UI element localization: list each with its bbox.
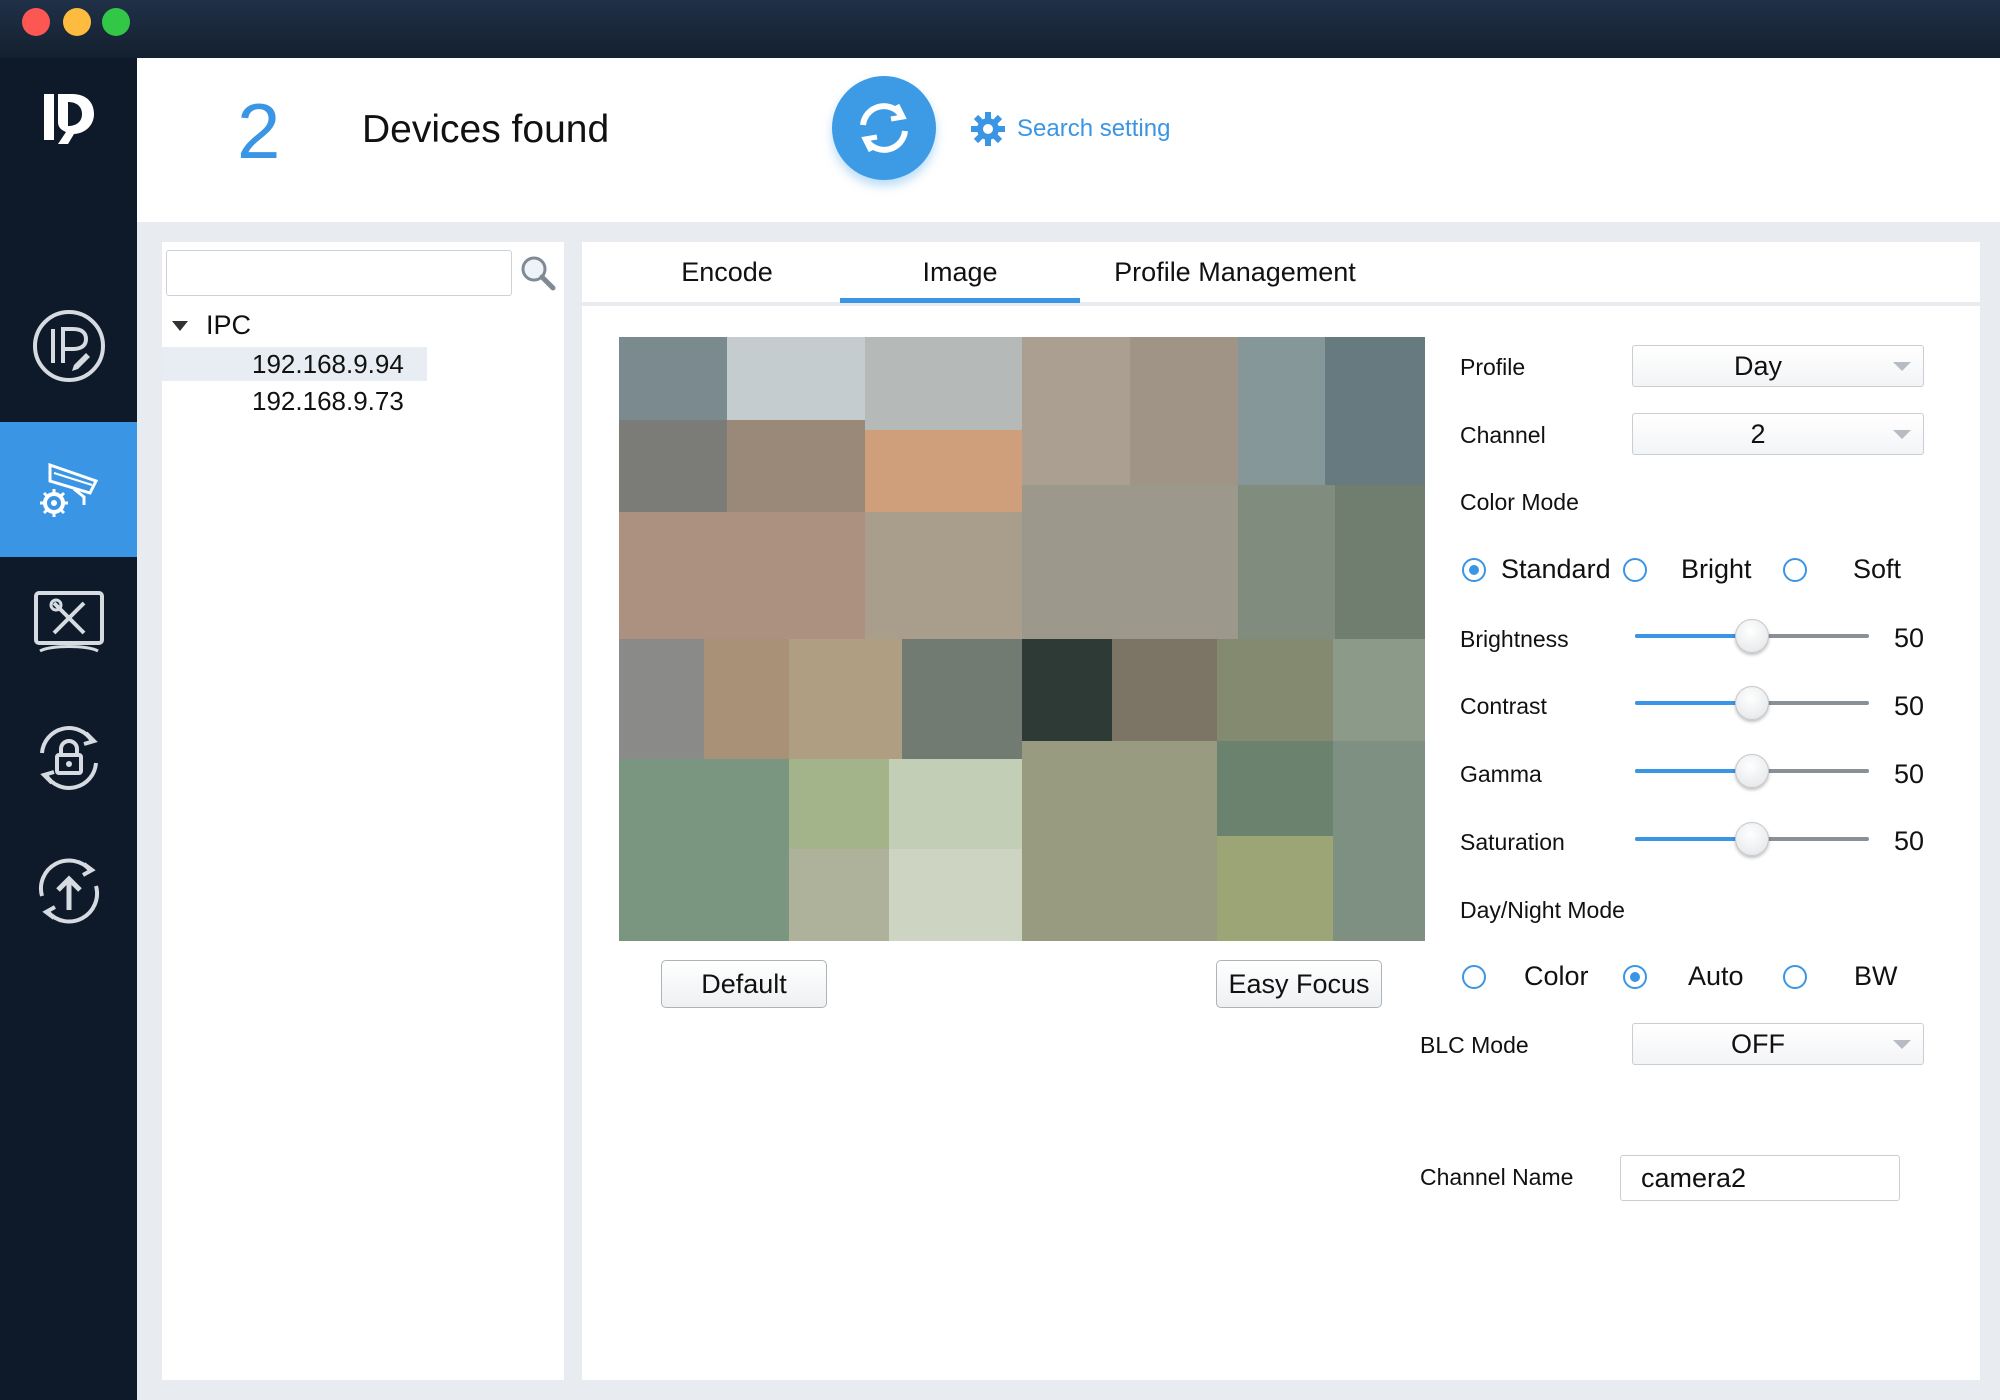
- tree-root-ipc[interactable]: IPC: [172, 310, 251, 341]
- slider-thumb[interactable]: [1735, 686, 1769, 720]
- sidebar-item-password-reset[interactable]: [0, 690, 137, 825]
- settings-panel: Encode Image Profile Management Default …: [582, 242, 1980, 1380]
- sidebar-item-system-tools[interactable]: [0, 556, 137, 691]
- upgrade-icon: [38, 858, 99, 923]
- blc-mode-label: BLC Mode: [1420, 1032, 1529, 1058]
- device-count: 2: [237, 87, 281, 175]
- brightness-slider[interactable]: [1635, 619, 1869, 653]
- profile-select[interactable]: Day: [1632, 345, 1924, 387]
- profile-value: Day: [1733, 351, 1782, 381]
- sidebar-item-upgrade[interactable]: [0, 823, 137, 958]
- sidebar-item-ip-config[interactable]: [0, 278, 137, 413]
- day-night-auto-label[interactable]: Auto: [1688, 961, 1744, 992]
- password-reset-icon: [39, 725, 98, 790]
- day-night-bw-label[interactable]: BW: [1854, 961, 1898, 992]
- tree-root-label: IPC: [206, 310, 252, 340]
- minimize-window-button[interactable]: [63, 8, 91, 36]
- gamma-label: Gamma: [1460, 761, 1542, 787]
- device-search-input[interactable]: [166, 250, 512, 296]
- camera-settings-icon: [39, 462, 98, 517]
- tab-profile-management[interactable]: Profile Management: [1100, 242, 1370, 302]
- search-icon[interactable]: [517, 252, 559, 294]
- channel-name-label: Channel Name: [1420, 1164, 1574, 1190]
- color-mode-label: Color Mode: [1460, 489, 1579, 515]
- saturation-value: 50: [1894, 826, 1925, 856]
- header: 2 Devices found Search setting: [137, 58, 2000, 222]
- brightness-value: 50: [1894, 623, 1925, 653]
- tab-image[interactable]: Image: [840, 242, 1080, 303]
- gear-icon: [971, 112, 1005, 146]
- sidebar-item-camera-settings[interactable]: [0, 422, 137, 557]
- channel-value: 2: [1750, 419, 1766, 449]
- day-night-auto-radio[interactable]: [1623, 965, 1647, 989]
- profile-label: Profile: [1460, 354, 1526, 380]
- pixelated-image: [619, 337, 1425, 941]
- refresh-icon: [860, 103, 908, 153]
- sidebar: [0, 58, 137, 1400]
- saturation-label: Saturation: [1460, 829, 1565, 855]
- color-mode-bright-label[interactable]: Bright: [1681, 554, 1752, 585]
- chevron-down-icon: [1893, 1040, 1911, 1049]
- color-mode-soft-label[interactable]: Soft: [1853, 554, 1901, 585]
- caret-down-icon[interactable]: [172, 320, 188, 331]
- devices-found-label: Devices found: [362, 108, 610, 151]
- easy-focus-button[interactable]: Easy Focus: [1216, 960, 1382, 1008]
- tab-bar: Encode Image Profile Management: [582, 242, 1980, 306]
- contrast-label: Contrast: [1460, 693, 1547, 719]
- day-night-label: Day/Night Mode: [1460, 897, 1625, 923]
- slider-thumb[interactable]: [1735, 619, 1769, 653]
- slider-thumb[interactable]: [1735, 822, 1769, 856]
- system-tools-icon: [33, 590, 104, 652]
- search-setting-label: Search setting: [1017, 115, 1171, 142]
- day-night-bw-radio[interactable]: [1783, 965, 1807, 989]
- contrast-value: 50: [1894, 691, 1925, 721]
- day-night-color-radio[interactable]: [1462, 965, 1486, 989]
- tab-encode[interactable]: Encode: [642, 242, 812, 302]
- tree-node-device[interactable]: 192.168.9.73: [162, 384, 427, 418]
- saturation-slider[interactable]: [1635, 822, 1869, 856]
- slider-thumb[interactable]: [1735, 754, 1769, 788]
- tree-node-device[interactable]: 192.168.9.94: [162, 347, 427, 381]
- blc-mode-value: OFF: [1731, 1029, 1785, 1059]
- gamma-value: 50: [1894, 759, 1925, 789]
- ip-config-icon: [32, 309, 105, 382]
- default-button[interactable]: Default: [661, 960, 827, 1008]
- channel-select[interactable]: 2: [1632, 413, 1924, 455]
- color-mode-soft-radio[interactable]: [1783, 558, 1807, 582]
- gamma-slider[interactable]: [1635, 754, 1869, 788]
- color-mode-bright-radio[interactable]: [1623, 558, 1647, 582]
- brightness-label: Brightness: [1460, 626, 1569, 652]
- channel-name-input[interactable]: [1620, 1155, 1900, 1201]
- chevron-down-icon: [1893, 430, 1911, 439]
- day-night-color-label[interactable]: Color: [1524, 961, 1589, 992]
- refresh-search-button[interactable]: [832, 76, 936, 180]
- blc-mode-select[interactable]: OFF: [1632, 1023, 1924, 1065]
- color-mode-standard-label[interactable]: Standard: [1501, 554, 1611, 585]
- window-titlebar: [0, 0, 2000, 58]
- device-tree-panel: IPC 192.168.9.94 192.168.9.73: [162, 242, 564, 1380]
- channel-label: Channel: [1460, 422, 1546, 448]
- chevron-down-icon: [1893, 362, 1911, 371]
- contrast-slider[interactable]: [1635, 686, 1869, 720]
- close-window-button[interactable]: [22, 8, 50, 36]
- zoom-window-button[interactable]: [102, 8, 130, 36]
- color-mode-standard-radio[interactable]: [1462, 558, 1486, 582]
- video-preview[interactable]: [619, 337, 1425, 941]
- search-setting-link[interactable]: Search setting: [969, 110, 1170, 148]
- app-logo-icon: [44, 94, 94, 144]
